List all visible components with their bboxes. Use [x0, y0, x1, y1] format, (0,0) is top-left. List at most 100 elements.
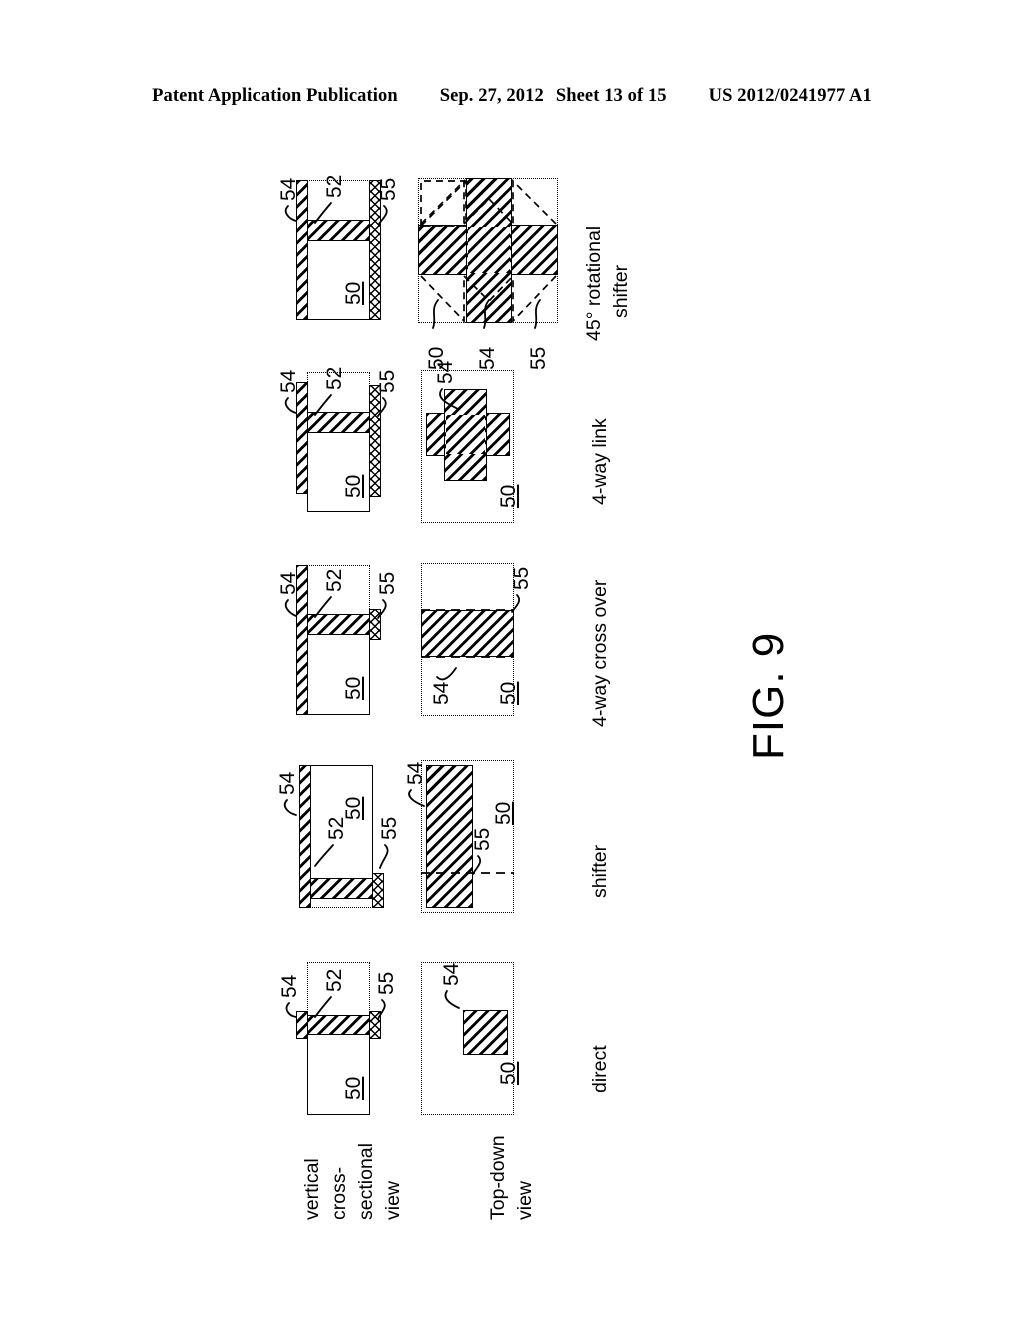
link-top-down-feature-54-centre [446, 415, 485, 454]
row-label-cs-line4: view [382, 1180, 404, 1220]
ref-shifter-cs-55: 55 [378, 817, 402, 840]
leader-rot-cs-54 [284, 205, 297, 222]
ref-text: 52 [323, 968, 346, 992]
ref-text: 50 [425, 346, 448, 370]
link-layer-54 [307, 412, 370, 433]
ref-text: 52 [323, 174, 346, 198]
ref-rot-cs-55: 55 [377, 178, 401, 201]
column-label-crossover: 4-way cross over [589, 580, 612, 727]
leader-shifter-cs-54 [283, 799, 297, 816]
direct-layer-54 [307, 1015, 370, 1035]
column-label-shifter: shifter [589, 845, 612, 898]
figure-9: vertical cross- sectional view Top-down … [0, 0, 1024, 1320]
ref-text: 54 [430, 681, 453, 705]
row-label-td-line1: Top-down [487, 1135, 509, 1220]
link-cross-section-panel [307, 430, 370, 512]
ref-rot-cs-52: 52 [323, 175, 347, 198]
ref-shifter-td-54: 54 [404, 762, 428, 785]
rotational-cross-section-panel [307, 238, 370, 320]
column-label-rotational-2: shifter [610, 265, 633, 318]
link-sidewall-55 [369, 385, 381, 497]
rotational-top-down-centre [468, 227, 510, 273]
column-label-link: 4-way link [589, 418, 612, 505]
ref-direct-cs-50: 50 [342, 1077, 366, 1100]
crossover-cross-section-panel [307, 633, 370, 715]
column-label-direct-text: direct [589, 1045, 611, 1093]
column-label-crossover-text: 4-way cross over [589, 579, 611, 727]
column-label-rotational: 45° rotational [583, 226, 606, 341]
ref-crossover-cs-52: 52 [323, 569, 347, 592]
ref-crossover-cs-54: 54 [277, 572, 301, 595]
crossover-layer-54 [307, 614, 370, 635]
ref-direct-cs-55: 55 [375, 972, 399, 995]
ref-crossover-td-50: 50 [497, 682, 521, 705]
ref-rot-td-54: 54 [476, 347, 500, 370]
rotational-layer-54 [307, 220, 370, 241]
ref-text: 54 [476, 346, 499, 370]
ref-direct-cs-52: 52 [323, 969, 347, 992]
row-label-cs-line1: vertical [301, 1158, 323, 1220]
ref-text: 55 [376, 369, 399, 393]
ref-direct-td-54: 54 [440, 963, 464, 986]
ref-text: 54 [404, 761, 427, 785]
crossover-sidewall-55 [369, 609, 381, 640]
ref-text: 54 [440, 962, 463, 986]
direct-layer-54-edge [296, 1011, 308, 1039]
ref-rot-cs-50: 50 [342, 282, 366, 305]
ref-text: 54 [277, 369, 300, 393]
ref-link-cs-54: 54 [277, 370, 301, 393]
row-label-cs-line2: cross- [328, 1166, 350, 1220]
ref-crossover-td-54: 54 [430, 682, 454, 705]
ref-text: 50 [342, 796, 365, 820]
leader-crossover-cs-54 [284, 599, 297, 617]
crossover-top-down-feature-54 [421, 610, 514, 657]
direct-cross-section-panel [307, 1033, 370, 1115]
leader-shifter-cs-55 [379, 844, 389, 869]
ref-text: 55 [377, 177, 400, 201]
ref-text: 50 [492, 801, 515, 825]
ref-text: 52 [323, 568, 346, 592]
ref-text: 50 [342, 474, 365, 498]
ref-rot-td-55: 55 [527, 347, 551, 370]
row-label-cross-section: vertical [300, 1158, 325, 1220]
direct-top-down-feature-54 [463, 1010, 508, 1055]
ref-text: 50 [342, 676, 365, 700]
ref-text: 50 [342, 281, 365, 305]
leader-direct-cs-54 [285, 1002, 297, 1018]
ref-crossover-td-55: 55 [510, 567, 534, 590]
ref-link-cs-50: 50 [342, 475, 366, 498]
ref-text: 52 [325, 816, 348, 840]
ref-text: 55 [471, 827, 494, 851]
column-label-rotational-line2: shifter [610, 264, 632, 318]
ref-link-cs-52: 52 [323, 367, 347, 390]
shifter-layer-54 [310, 878, 373, 899]
rotational-layer-54-edge [296, 180, 308, 320]
rotational-sidewall-55 [369, 180, 381, 320]
ref-crossover-cs-50: 50 [342, 677, 366, 700]
ref-text: 54 [277, 177, 300, 201]
direct-sidewall-55 [369, 1011, 381, 1039]
ref-link-td-50: 50 [497, 485, 521, 508]
row-label-cross-section-4: view [381, 1181, 406, 1220]
shifter-sidewall-55 [372, 873, 384, 908]
ref-link-cs-55: 55 [376, 370, 400, 393]
ref-shifter-cs-52: 52 [325, 817, 349, 840]
figure-label-text: FIG. 9 [744, 631, 793, 760]
ref-text: 55 [378, 816, 401, 840]
ref-direct-cs-54: 54 [278, 975, 302, 998]
ref-direct-td-50: 50 [497, 1062, 521, 1085]
ref-text: 55 [527, 346, 550, 370]
ref-shifter-cs-50: 50 [342, 797, 366, 820]
shifter-top-down-feature-54 [426, 765, 473, 908]
ref-shifter-cs-54: 54 [276, 772, 300, 795]
ref-crossover-cs-55: 55 [376, 572, 400, 595]
row-label-cs-line3: sectional [355, 1143, 377, 1220]
ref-rot-cs-54: 54 [277, 178, 301, 201]
shifter-layer-54-edge [299, 765, 311, 908]
figure-label: FIG. 9 [744, 632, 794, 760]
ref-text: 55 [375, 971, 398, 995]
ref-text: 54 [277, 571, 300, 595]
ref-text: 50 [497, 484, 520, 508]
ref-text: 50 [497, 1061, 520, 1085]
ref-rot-td-50: 50 [425, 347, 449, 370]
